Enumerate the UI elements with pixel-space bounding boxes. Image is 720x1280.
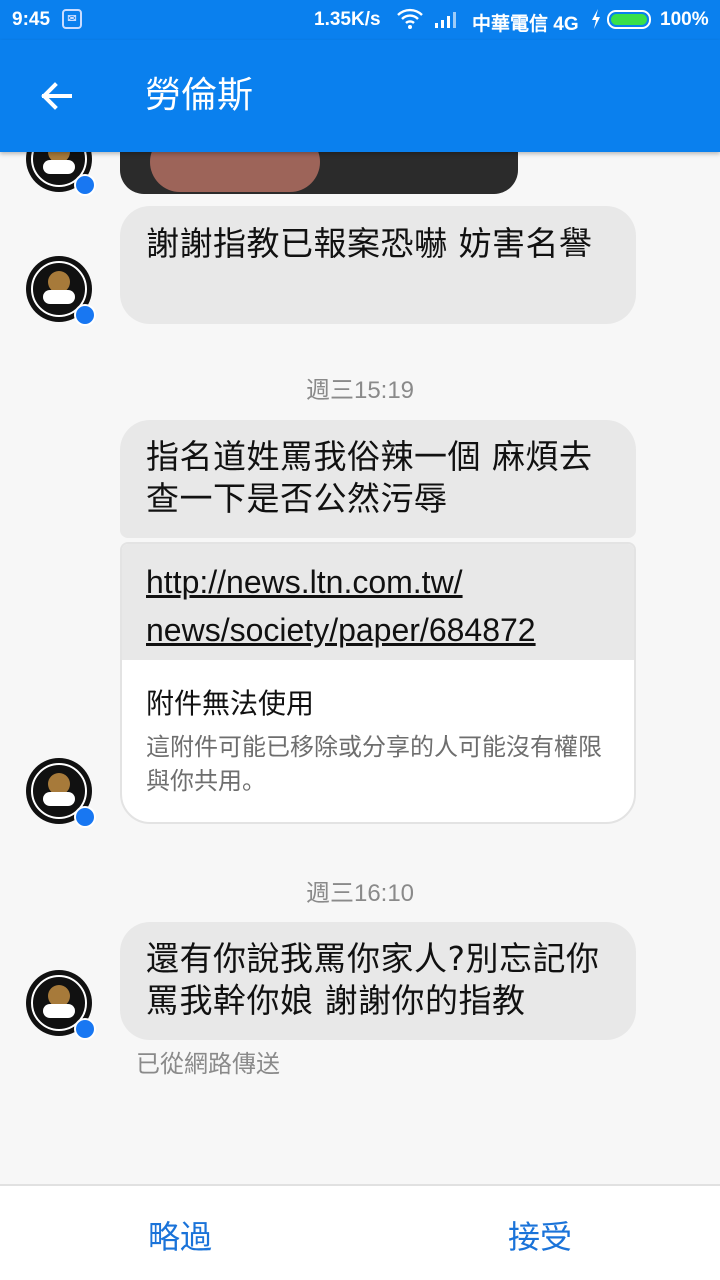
conversation-title: 勞倫斯 [145,75,254,116]
image-message[interactable] [120,152,518,194]
message-timestamp: 週三15:19 [305,377,415,404]
network-speed: 1.35K/s [314,9,381,30]
avatar[interactable] [26,256,96,326]
message-bubble[interactable]: 還有你說我罵你家人?別忘記你罵我幹你娘 謝謝你的指教 [120,922,636,1040]
message-request-bar: 略過 接受 [0,1184,720,1280]
messenger-badge-icon [74,304,96,326]
attachment-title: 附件無法使用 [146,687,315,720]
delivery-status: 已從網路傳送 [136,1050,280,1078]
accept-button[interactable]: 接受 [508,1212,572,1258]
messenger-badge-icon [74,174,96,196]
status-bar: 9:45 ✉ 1.35K/s 中華電信 4G 100% [0,0,720,40]
signal-icon [435,12,456,28]
messenger-badge-icon [74,1018,96,1040]
notification-app-icon: ✉ [62,9,82,29]
link-line-2: news/society/paper/684872 [146,612,536,648]
link-attachment-card[interactable]: http://news.ltn.com.tw/news/society/pape… [120,542,636,824]
back-arrow-icon[interactable] [36,76,76,116]
attachment-description: 這附件可能已移除或分享的人可能沒有權限與你共用。 [146,733,602,795]
battery-percent: 100% [660,9,709,30]
messenger-badge-icon [74,806,96,828]
avatar[interactable] [26,758,96,828]
carrier-label: 中華電信 4G [472,14,579,35]
avatar[interactable] [26,970,96,1040]
avatar[interactable] [26,152,96,196]
link-line-1: http://news.ltn.com.tw/ [146,564,463,600]
wifi-icon [397,8,423,29]
photo-thumbnail [150,152,320,192]
app-bar: 勞倫斯 [0,40,720,152]
message-bubble[interactable]: 謝謝指教已報案恐嚇 妨害名譽 [120,206,636,324]
message-bubble[interactable]: 指名道姓罵我俗辣一個 麻煩去查一下是否公然污辱 [120,420,636,538]
battery-fill [611,14,647,25]
message-list[interactable]: 謝謝指教已報案恐嚇 妨害名譽 週三15:19 指名道姓罵我俗辣一個 麻煩去查一下… [0,152,720,1184]
clock: 9:45 [12,9,51,30]
charging-icon [592,9,600,29]
message-link[interactable]: http://news.ltn.com.tw/news/society/pape… [122,544,634,660]
message-timestamp: 週三16:10 [305,880,415,907]
battery-icon [607,10,651,29]
ignore-button[interactable]: 略過 [148,1212,212,1258]
